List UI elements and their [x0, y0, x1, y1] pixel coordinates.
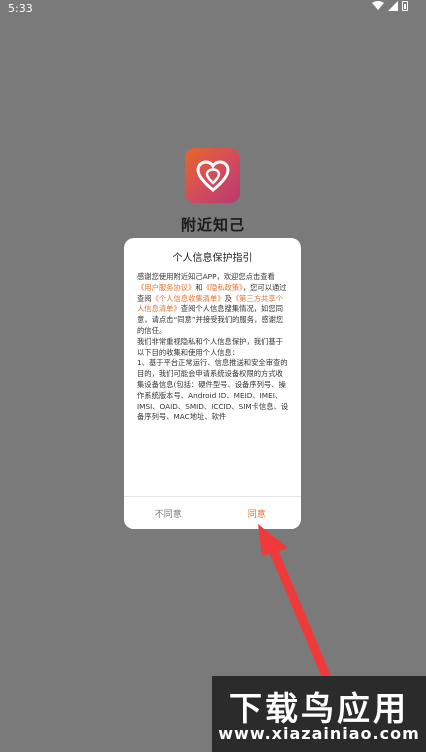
privacy-dialog: 个人信息保护指引 感谢您使用附近知己APP，欢迎您点击查看《用户服务协议》和《隐…	[124, 238, 301, 529]
agree-button[interactable]: 同意	[212, 497, 301, 529]
signal-icon	[388, 1, 398, 11]
status-icons	[372, 1, 408, 11]
disagree-button[interactable]: 不同意	[124, 497, 213, 529]
heart-pin-icon	[195, 159, 230, 192]
privacy-policy-link[interactable]: 《隐私政策》	[203, 283, 243, 292]
dialog-body: 感谢您使用附近知己APP，欢迎您点击查看《用户服务协议》和《隐私政策》，您可以通…	[137, 272, 289, 519]
paragraph-purpose: 我们非常重视隐私和个人信息保护，我们基于以下目的收集和使用个人信息：	[137, 336, 283, 357]
watermark: 下载鸟应用 www.xiazainiao.com	[212, 676, 426, 752]
wifi-icon	[372, 1, 384, 10]
status-bar: 5:33	[0, 0, 426, 16]
dialog-footer: 不同意 同意	[124, 496, 301, 529]
user-agreement-link[interactable]: 《用户服务协议》	[137, 283, 195, 292]
app-logo	[185, 148, 240, 203]
dialog-scroll-area[interactable]: 感谢您使用附近知己APP，欢迎您点击查看《用户服务协议》和《隐私政策》，您可以通…	[124, 272, 301, 519]
paragraph-intro: 感谢您使用附近知己APP，欢迎您点击查看《用户服务协议》和《隐私政策》，您可以通…	[137, 272, 287, 335]
paragraph-item-1: 1、基于平台正常运行、信息推送和安全审查的目的，我们可能会申请系统设备权限的方式…	[137, 358, 289, 422]
info-collection-list-link[interactable]: 《个人信息收集清单》	[152, 294, 225, 303]
watermark-title: 下载鸟应用	[229, 689, 409, 728]
watermark-url: www.xiazainiao.com	[218, 724, 420, 743]
battery-icon	[402, 1, 408, 11]
dialog-title: 个人信息保护指引	[172, 253, 253, 264]
status-time: 5:33	[8, 2, 33, 15]
app-name: 附近知己	[180, 216, 245, 234]
